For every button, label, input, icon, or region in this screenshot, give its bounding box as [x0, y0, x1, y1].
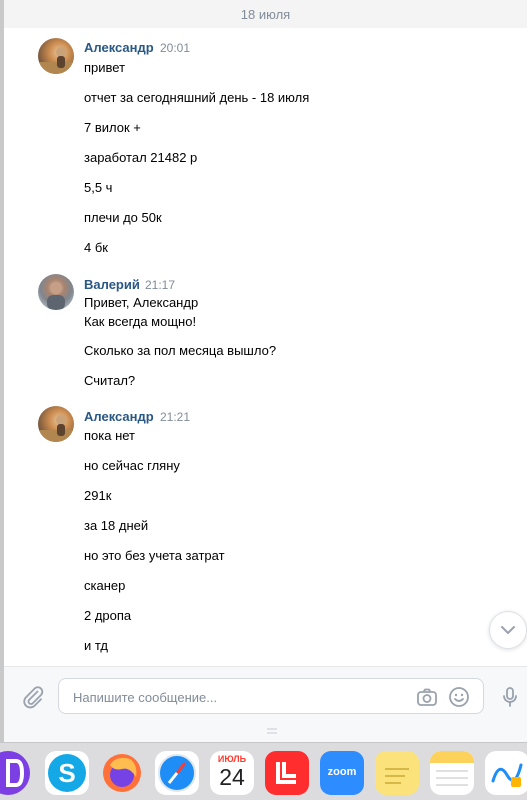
message-text: но сейчас гляну	[84, 458, 180, 473]
camera-button[interactable]	[415, 685, 439, 709]
message-text: Сколько за пол месяца вышло?	[84, 343, 277, 358]
chevron-down-icon	[501, 626, 515, 634]
message-text: 5,5 ч	[84, 180, 113, 195]
freeform-icon[interactable]	[485, 751, 527, 795]
scroll-down-button[interactable]	[489, 611, 527, 649]
message-text: сканер	[84, 578, 126, 593]
avatar[interactable]	[38, 38, 74, 74]
camera-icon	[417, 688, 437, 706]
message-input-box[interactable]	[58, 678, 484, 714]
message-author[interactable]: Александр	[84, 40, 154, 55]
message-text: 4 бк	[84, 240, 108, 255]
grip-icon	[267, 728, 277, 734]
message-text: пока нет	[84, 428, 136, 443]
dock: S ИЮЛЬ 24 zoom	[0, 742, 527, 800]
message-time[interactable]: 21:17	[145, 278, 175, 292]
message-text: и тд	[84, 638, 108, 653]
resize-handle[interactable]	[267, 721, 277, 734]
message-text: отчет за сегодняшний день - 18 июля	[84, 90, 310, 105]
message-composer	[4, 666, 527, 743]
calendar-day: 24	[219, 764, 245, 790]
zoom-label: zoom	[327, 766, 357, 778]
calendar-month: ИЮЛЬ	[217, 754, 247, 764]
message-text: плечи до 50к	[84, 210, 162, 225]
firefox-icon[interactable]	[100, 751, 144, 795]
message-text: заработал 21482 р	[84, 150, 198, 165]
app-d-icon	[6, 759, 25, 787]
notes-icon[interactable]	[430, 751, 474, 795]
message-author[interactable]: Валерий	[84, 277, 140, 292]
avatar[interactable]	[38, 406, 74, 442]
message-text: 2 дропа	[84, 608, 132, 623]
voice-message-button[interactable]	[498, 685, 522, 709]
stickies-icon[interactable]	[375, 751, 419, 795]
app-icon[interactable]	[265, 751, 309, 795]
message-history[interactable]: Александр 20:01 привет отчет за сегодняш…	[4, 28, 527, 666]
message-text: 291к	[84, 488, 112, 503]
app-l-icon	[276, 762, 296, 784]
attach-button[interactable]	[21, 685, 45, 709]
avatar[interactable]	[38, 274, 74, 310]
message-text: Привет, Александр	[84, 295, 199, 310]
calendar-icon[interactable]: ИЮЛЬ 24	[210, 751, 254, 795]
chat-window: 18 июля Александр 20:01 привет отчет за …	[0, 0, 527, 800]
message-text: Считал?	[84, 373, 136, 388]
paperclip-icon	[23, 686, 44, 709]
message-time[interactable]: 20:01	[160, 41, 190, 55]
message-input[interactable]	[71, 686, 375, 708]
microphone-icon	[503, 687, 517, 707]
date-separator: 18 июля	[240, 7, 291, 22]
zoom-icon[interactable]: zoom	[320, 751, 364, 795]
message-text: привет	[84, 60, 126, 75]
smile-icon	[449, 687, 469, 707]
app-icon[interactable]	[0, 751, 30, 795]
message-text: 7 вилок +	[84, 120, 141, 135]
message-text: Как всегда мощно!	[84, 314, 197, 329]
emoji-button[interactable]	[447, 685, 471, 709]
svg-text:S: S	[58, 758, 75, 788]
skype-icon[interactable]: S	[45, 751, 89, 795]
safari-icon[interactable]	[155, 751, 199, 795]
message-time[interactable]: 21:21	[160, 410, 190, 424]
message-text: но это без учета затрат	[84, 548, 225, 563]
message-text: за 18 дней	[84, 518, 149, 533]
message-author[interactable]: Александр	[84, 409, 154, 424]
